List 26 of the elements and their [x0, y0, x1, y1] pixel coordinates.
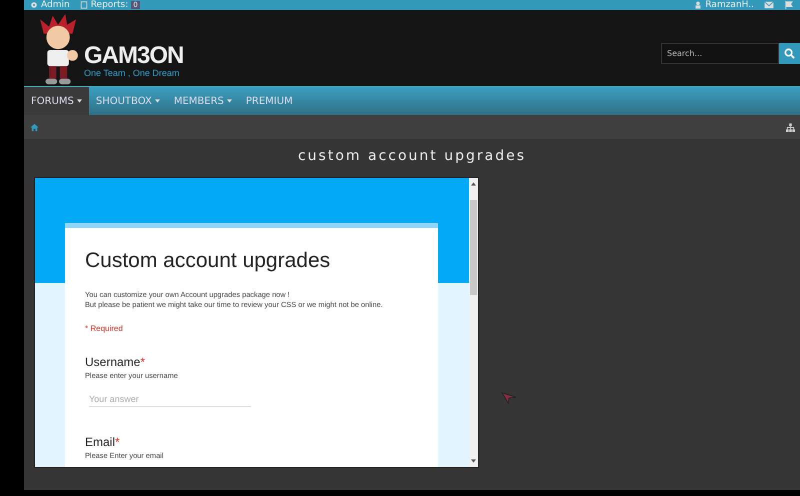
scrollbar[interactable] [469, 178, 478, 467]
nav-item[interactable]: SHOUTBOX [88, 87, 167, 115]
form-title: Custom account upgrades [85, 248, 332, 274]
required-note: * Required [85, 324, 124, 333]
nav-item[interactable]: MEMBERS [166, 87, 239, 115]
page-title: custom account upgrades [296, 147, 527, 166]
top-bar-link[interactable]: Admin [30, 0, 70, 10]
scroll-down-icon[interactable] [471, 459, 476, 463]
logo-title: GAM3ON [84, 44, 184, 68]
logo-tagline: One Team , One Dream [84, 68, 180, 78]
search-icon [784, 48, 795, 59]
document-icon [80, 1, 88, 9]
nav-item[interactable]: FORUMS [24, 87, 89, 115]
flag-icon[interactable] [784, 1, 794, 9]
search-button[interactable] [779, 43, 800, 64]
sitemap-icon[interactable] [786, 122, 795, 132]
nav-item[interactable]: PREMIUM [238, 87, 300, 115]
home-icon[interactable] [30, 122, 39, 132]
user-icon [694, 1, 702, 9]
cursor-icon [501, 392, 517, 404]
scroll-up-icon[interactable] [471, 182, 476, 186]
user-link[interactable]: RamzanH.. [694, 0, 754, 10]
question-label: Username* [85, 355, 146, 369]
question-label: Email* [85, 435, 121, 449]
envelope-icon[interactable] [764, 1, 774, 9]
search-field[interactable]: Search... [661, 43, 779, 64]
